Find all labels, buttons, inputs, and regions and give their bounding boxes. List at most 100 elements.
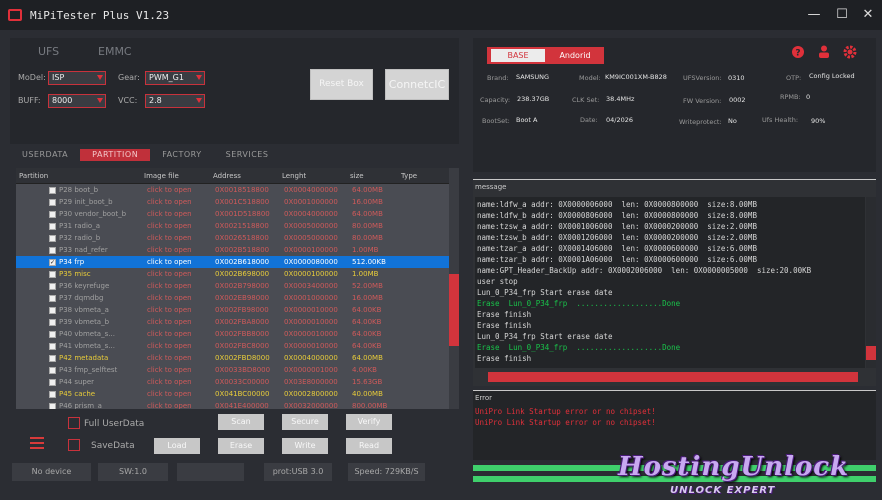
- help-icon[interactable]: ?: [792, 46, 804, 58]
- tab-userdata[interactable]: USERDATA: [10, 149, 80, 161]
- tab-ufs[interactable]: UFS: [38, 45, 59, 58]
- reset-box-button[interactable]: Reset Box: [310, 69, 373, 100]
- partition-checkbox[interactable]: [49, 246, 56, 254]
- column-header-partition[interactable]: Partition: [19, 172, 48, 180]
- table-row[interactable]: P28 boot_b click to open 0X0018518800 0X000…: [16, 184, 459, 196]
- table-row[interactable]: P46 prism_a click to open 0X041E400000 0X00…: [16, 400, 459, 409]
- table-row[interactable]: P36 keyrefuge click to open 0X002B798000 0X…: [16, 280, 459, 292]
- table-row[interactable]: P31 radio_a click to open 0X0021518800 0X00…: [16, 220, 459, 232]
- column-header-image-file[interactable]: Image file: [144, 172, 179, 180]
- partition-checkbox[interactable]: [49, 390, 56, 398]
- table-row[interactable]: P41 vbmeta_s... click to open 0X002FBC8000…: [16, 340, 459, 352]
- maximize-button[interactable]: ☐: [834, 7, 850, 23]
- model-select[interactable]: ISP: [48, 71, 106, 85]
- full-userdata-checkbox[interactable]: [68, 417, 80, 429]
- tab-services[interactable]: SERVICES: [214, 149, 281, 161]
- message-log[interactable]: name:ldfw_a addr: 0X0000006000 len: 0X00…: [475, 197, 865, 368]
- column-header-length[interactable]: Lenght: [282, 172, 306, 180]
- secure-button[interactable]: Secure: [282, 414, 328, 430]
- menu-icon[interactable]: [30, 437, 44, 449]
- partition-checkbox[interactable]: [49, 270, 56, 278]
- message-vertical-scrollbar-thumb[interactable]: [866, 346, 876, 360]
- connect-ic-button[interactable]: ConnetcIC: [385, 69, 449, 100]
- table-row[interactable]: P43 fmp_selftest click to open 0X0033BD800…: [16, 364, 459, 376]
- image-file-cell[interactable]: click to open: [147, 198, 192, 206]
- table-row[interactable]: P33 nad_refer click to open 0X002B518800 0X…: [16, 244, 459, 256]
- gear-select[interactable]: PWM_G1: [145, 71, 205, 85]
- message-horizontal-scrollbar[interactable]: [488, 372, 858, 382]
- tab-factory[interactable]: FACTORY: [150, 149, 213, 161]
- image-file-cell[interactable]: click to open: [147, 186, 192, 194]
- partition-checkbox[interactable]: [49, 342, 56, 350]
- column-header-size[interactable]: size: [350, 172, 364, 180]
- table-row[interactable]: P32 radio_b click to open 0X0026518800 0X00…: [16, 232, 459, 244]
- partition-checkbox[interactable]: [49, 402, 56, 409]
- write-button[interactable]: Write: [282, 438, 328, 454]
- verify-button[interactable]: Verify: [346, 414, 392, 430]
- minimize-button[interactable]: —: [806, 7, 822, 23]
- tab-base[interactable]: BASE: [491, 49, 545, 62]
- image-file-cell[interactable]: click to open: [147, 282, 192, 290]
- image-file-cell[interactable]: click to open: [147, 354, 192, 362]
- writeprotect-value: No: [728, 117, 737, 125]
- table-row[interactable]: P40 vbmeta_s... click to open 0X002FBB8000…: [16, 328, 459, 340]
- partition-checkbox[interactable]: [49, 210, 56, 218]
- user-icon[interactable]: [818, 45, 830, 58]
- image-file-cell[interactable]: click to open: [147, 390, 192, 398]
- table-row[interactable]: P37 dqmdbg click to open 0X002EB98000 0X000…: [16, 292, 459, 304]
- partition-checkbox[interactable]: [49, 186, 56, 194]
- image-file-cell[interactable]: click to open: [147, 378, 192, 386]
- image-file-cell[interactable]: click to open: [147, 234, 192, 242]
- partition-checkbox[interactable]: [49, 294, 56, 302]
- table-row[interactable]: P29 init_boot_b click to open 0X001C518800…: [16, 196, 459, 208]
- partition-checkbox[interactable]: [49, 378, 56, 386]
- partition-checkbox[interactable]: [49, 366, 56, 374]
- table-scrollbar-thumb[interactable]: [449, 274, 459, 346]
- image-file-cell[interactable]: click to open: [147, 246, 192, 254]
- partition-checkbox[interactable]: [49, 306, 56, 314]
- partition-checkbox[interactable]: [49, 222, 56, 230]
- table-row[interactable]: P30 vendor_boot_b click to open 0X001D5188…: [16, 208, 459, 220]
- image-file-cell[interactable]: click to open: [147, 342, 192, 350]
- table-row[interactable]: ✓ P34 frp click to open 0X002B618000 0X00000…: [16, 256, 459, 268]
- column-header-type[interactable]: Type: [401, 172, 417, 180]
- image-file-cell[interactable]: click to open: [147, 330, 192, 338]
- image-file-cell[interactable]: click to open: [147, 222, 192, 230]
- tab-emmc[interactable]: EMMC: [98, 45, 132, 58]
- scan-button[interactable]: Scan: [218, 414, 264, 430]
- savedata-checkbox[interactable]: [68, 439, 80, 451]
- image-file-cell[interactable]: click to open: [147, 210, 192, 218]
- tab-partition[interactable]: PARTITION: [80, 149, 151, 161]
- message-vertical-scrollbar[interactable]: [866, 197, 876, 368]
- image-file-cell[interactable]: click to open: [147, 306, 192, 314]
- table-row[interactable]: P42 metadata click to open 0X002FBD8000 0X0…: [16, 352, 459, 364]
- table-row[interactable]: P39 vbmeta_b click to open 0X002FBA8000 0X0…: [16, 316, 459, 328]
- gear-icon[interactable]: [843, 45, 857, 59]
- image-file-cell[interactable]: click to open: [147, 366, 192, 374]
- partition-checkbox[interactable]: [49, 282, 56, 290]
- table-row[interactable]: P38 vbmeta_a click to open 0X002FB98000 0X0…: [16, 304, 459, 316]
- image-file-cell[interactable]: click to open: [147, 270, 192, 278]
- table-row[interactable]: P44 super click to open 0X0033C00000 0X03E8…: [16, 376, 459, 388]
- image-file-cell[interactable]: click to open: [147, 294, 192, 302]
- partition-checkbox[interactable]: [49, 318, 56, 326]
- partition-checkbox[interactable]: [49, 354, 56, 362]
- vcc-select[interactable]: 2.8: [145, 94, 205, 108]
- image-file-cell[interactable]: click to open: [147, 402, 192, 409]
- image-file-cell[interactable]: click to open: [147, 258, 192, 266]
- partition-checkbox[interactable]: [49, 234, 56, 242]
- table-row[interactable]: P45 cache click to open 0X041BC00000 0X0002…: [16, 388, 459, 400]
- buff-select[interactable]: 8000: [48, 94, 106, 108]
- load-button[interactable]: Load: [154, 438, 200, 454]
- tab-android[interactable]: Andorid: [549, 49, 601, 62]
- erase-button[interactable]: Erase: [218, 438, 264, 454]
- read-button[interactable]: Read: [346, 438, 392, 454]
- partition-checkbox[interactable]: [49, 198, 56, 206]
- size-cell: 52.00MB: [352, 282, 383, 290]
- image-file-cell[interactable]: click to open: [147, 318, 192, 326]
- partition-checkbox[interactable]: [49, 330, 56, 338]
- partition-checkbox[interactable]: ✓: [49, 258, 56, 266]
- table-row[interactable]: P35 misc click to open 0X002B698000 0X00001…: [16, 268, 459, 280]
- column-header-address[interactable]: Address: [213, 172, 241, 180]
- close-button[interactable]: ✕: [860, 7, 876, 23]
